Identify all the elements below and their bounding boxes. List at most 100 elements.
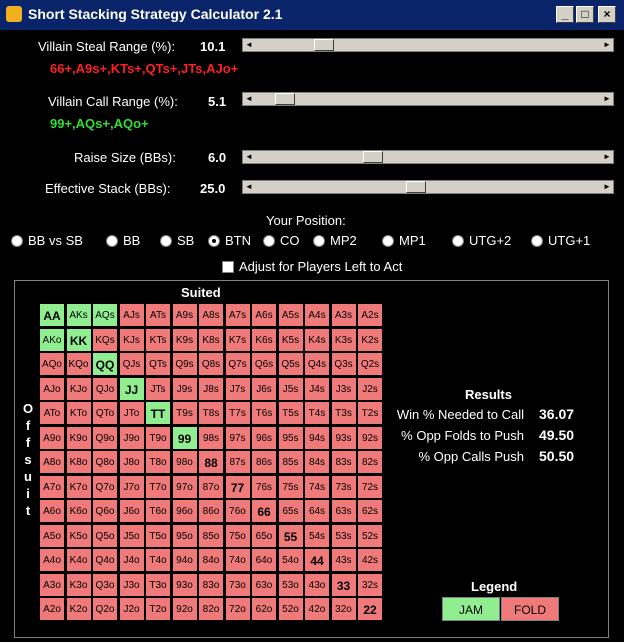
slider-left-arrow-icon[interactable]: ◄ xyxy=(243,181,255,193)
hand-cell: Q7o xyxy=(92,474,118,499)
hand-cell: 92s xyxy=(357,425,383,450)
position-radio-utg-1[interactable]: UTG+1 xyxy=(531,233,590,248)
hand-cell: 98s xyxy=(198,425,224,450)
position-radio-sb[interactable]: SB xyxy=(160,233,194,248)
slider-right-arrow-icon[interactable]: ► xyxy=(601,39,613,51)
radio-label: UTG+1 xyxy=(548,233,591,248)
slider-right-arrow-icon[interactable]: ► xyxy=(601,93,613,105)
checkbox-box[interactable] xyxy=(222,260,234,273)
hand-cell: J3s xyxy=(330,376,357,401)
slider-thumb[interactable] xyxy=(314,39,334,51)
raise-size-slider[interactable]: ◄ ► xyxy=(242,150,614,164)
hand-cell: Q7s xyxy=(224,352,251,376)
hand-cell: J9s xyxy=(171,376,198,401)
hand-cell: K9o xyxy=(65,425,92,450)
radio-dot-icon[interactable] xyxy=(452,234,464,247)
legend-title: Legend xyxy=(471,579,518,594)
hand-cell: 55 xyxy=(277,523,304,548)
slider-right-arrow-icon[interactable]: ► xyxy=(601,151,613,163)
hand-cell: Q5s xyxy=(277,352,304,376)
hand-cell: 83s xyxy=(330,450,357,474)
minimize-button[interactable]: _ xyxy=(556,6,574,23)
hand-cell: 42o xyxy=(304,597,330,621)
position-radio-utg-2[interactable]: UTG+2 xyxy=(452,233,511,248)
slider-left-arrow-icon[interactable]: ◄ xyxy=(243,151,255,163)
adjust-players-checkbox[interactable]: Adjust for Players Left to Act xyxy=(222,259,402,274)
window-title: Short Stacking Strategy Calculator 2.1 xyxy=(28,6,283,22)
radio-dot-icon[interactable] xyxy=(106,234,118,247)
position-radio-co[interactable]: CO xyxy=(263,233,300,248)
hand-cell: Q3o xyxy=(92,572,118,597)
call-range-slider[interactable]: ◄ ► xyxy=(242,92,614,106)
hand-cell: T8s xyxy=(198,401,224,425)
legend-fold: FOLD xyxy=(501,597,559,621)
hand-cell: 82o xyxy=(198,597,224,621)
adjust-players-label: Adjust for Players Left to Act xyxy=(239,259,403,274)
slider-thumb[interactable] xyxy=(406,181,426,193)
hand-cell: K5o xyxy=(65,523,92,548)
position-radio-btn[interactable]: BTN xyxy=(208,233,251,248)
hand-cell: K2s xyxy=(357,327,383,352)
hand-cell: Q6o xyxy=(92,499,118,523)
hand-cell: KJo xyxy=(65,376,92,401)
radio-dot-icon[interactable] xyxy=(313,234,325,247)
position-radio-bb-vs-sb[interactable]: BB vs SB xyxy=(11,233,83,248)
hand-cell: 65s xyxy=(277,499,304,523)
offsuit-letter: i xyxy=(26,486,30,501)
slider-left-arrow-icon[interactable]: ◄ xyxy=(243,93,255,105)
hand-cell: 86o xyxy=(198,499,224,523)
hand-cell: 53s xyxy=(330,523,357,548)
hand-cell: ATo xyxy=(39,401,65,425)
radio-dot-icon[interactable] xyxy=(263,234,275,247)
position-radio-bb[interactable]: BB xyxy=(106,233,140,248)
hand-cell: J4s xyxy=(304,376,330,401)
hand-cell: 77 xyxy=(224,474,251,499)
result-label: % Opp Calls Push xyxy=(418,449,525,464)
steal-range-slider[interactable]: ◄ ► xyxy=(242,38,614,52)
call-range-hands: 99+,AQs+,AQo+ xyxy=(50,116,149,131)
offsuit-letter: s xyxy=(24,452,32,467)
radio-dot-icon[interactable] xyxy=(208,234,220,247)
hand-cell: T4s xyxy=(304,401,330,425)
radio-label: SB xyxy=(177,233,195,248)
hand-cell: 86s xyxy=(251,450,277,474)
hand-cell: A5o xyxy=(39,523,65,548)
radio-dot-icon[interactable] xyxy=(11,234,23,247)
radio-dot-icon[interactable] xyxy=(382,234,394,247)
hand-cell: K7s xyxy=(224,327,251,352)
close-button[interactable]: × xyxy=(598,6,616,23)
radio-dot-icon[interactable] xyxy=(531,234,543,247)
hand-cell: K8o xyxy=(65,450,92,474)
hand-cell: A9s xyxy=(171,303,198,327)
maximize-button[interactable]: □ xyxy=(576,6,594,23)
hand-cell: 83o xyxy=(198,572,224,597)
hand-cell: J8s xyxy=(198,376,224,401)
position-radio-mp1[interactable]: MP1 xyxy=(382,233,426,248)
radio-dot-icon[interactable] xyxy=(160,234,172,247)
hand-cell: K5s xyxy=(277,327,304,352)
hand-cell: T3s xyxy=(330,401,357,425)
hand-cell: T5o xyxy=(145,523,171,548)
hand-cell: A7o xyxy=(39,474,65,499)
hand-cell: 72o xyxy=(224,597,251,621)
radio-label: CO xyxy=(280,233,300,248)
hand-cell: 94o xyxy=(171,548,198,572)
slider-thumb[interactable] xyxy=(275,93,295,105)
effective-stack-slider[interactable]: ◄ ► xyxy=(242,180,614,194)
slider-right-arrow-icon[interactable]: ► xyxy=(601,181,613,193)
hand-cell: T7s xyxy=(224,401,251,425)
hand-cell: K2o xyxy=(65,597,92,621)
hand-cell: Q4s xyxy=(304,352,330,376)
slider-thumb[interactable] xyxy=(363,151,383,163)
hand-cell: A4o xyxy=(39,548,65,572)
hand-cell: 63o xyxy=(251,572,277,597)
hand-cell: 76s xyxy=(251,474,277,499)
slider-left-arrow-icon[interactable]: ◄ xyxy=(243,39,255,51)
main-panel: Villain Steal Range (%): 10.1 ◄ ► 66+,A9… xyxy=(4,30,620,642)
hand-cell: J5o xyxy=(118,523,145,548)
result-label: % Opp Folds to Push xyxy=(401,428,524,443)
position-radio-mp2[interactable]: MP2 xyxy=(313,233,357,248)
hand-cell: 87s xyxy=(224,450,251,474)
hand-cell: A2o xyxy=(39,597,65,621)
hand-cell: 62s xyxy=(357,499,383,523)
